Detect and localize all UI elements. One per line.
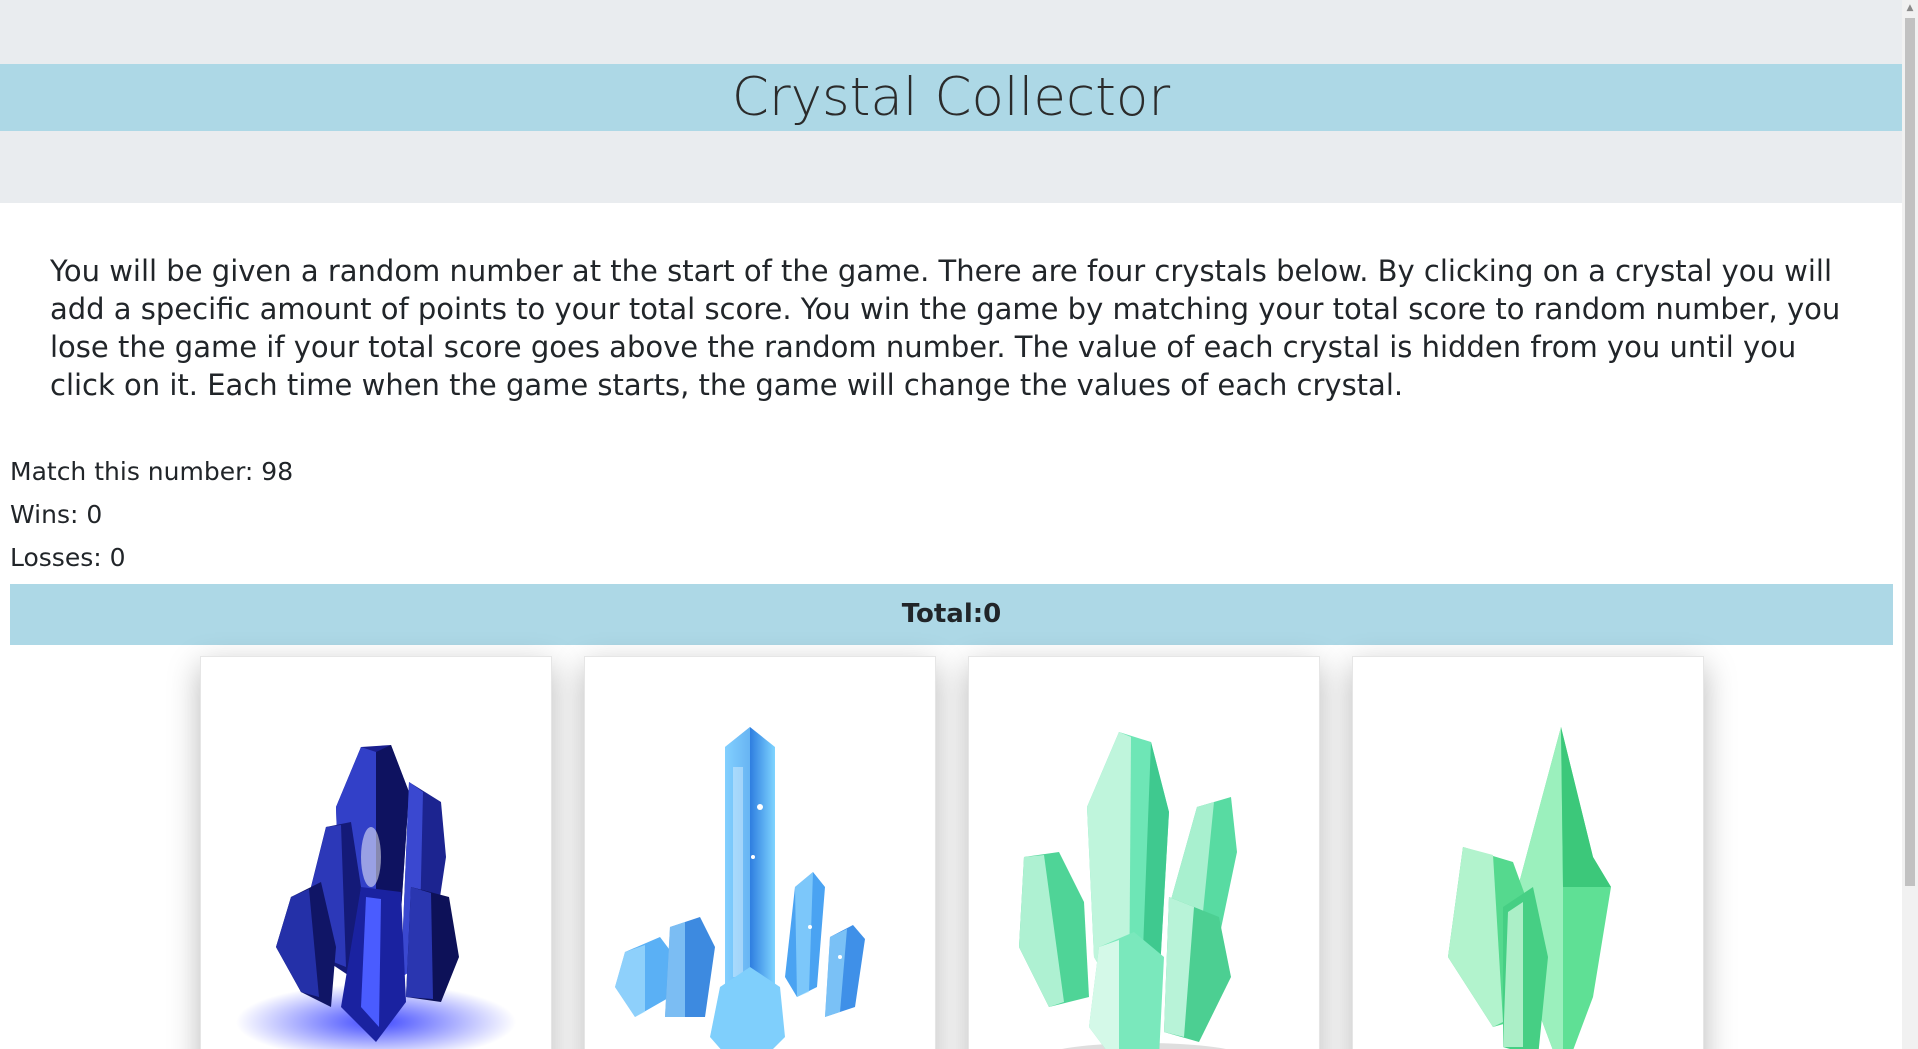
page-title: Crystal Collector [731, 67, 1171, 128]
crystal-button-4[interactable] [1352, 656, 1704, 1049]
total-score: Total:0 [10, 584, 1893, 645]
game-page: Crystal Collector You will be given a ra… [0, 0, 1902, 1049]
game-instructions: You will be given a random number at the… [50, 254, 1841, 402]
scrollbar-thumb[interactable] [1905, 18, 1915, 886]
header-jumbotron: Crystal Collector [0, 0, 1902, 203]
vertical-scrollbar[interactable]: ▲ [1902, 0, 1918, 1049]
crystal-button-1[interactable] [200, 656, 552, 1049]
light-blue-crystal-icon [615, 727, 865, 1049]
blue-sapphire-crystal-icon [236, 745, 516, 1049]
scroll-up-arrow-icon[interactable]: ▲ [1902, 0, 1918, 16]
target-number: Match this number: 98 [10, 457, 294, 486]
wins-counter: Wins: 0 [10, 500, 103, 529]
losses-counter: Losses: 0 [10, 543, 126, 572]
crystal-button-3[interactable] [968, 656, 1320, 1049]
title-band: Crystal Collector [0, 64, 1902, 131]
green-crystal-spike-icon [1448, 727, 1611, 1049]
mint-green-crystal-cluster-icon [1019, 732, 1237, 1049]
crystal-button-2[interactable] [584, 656, 936, 1049]
